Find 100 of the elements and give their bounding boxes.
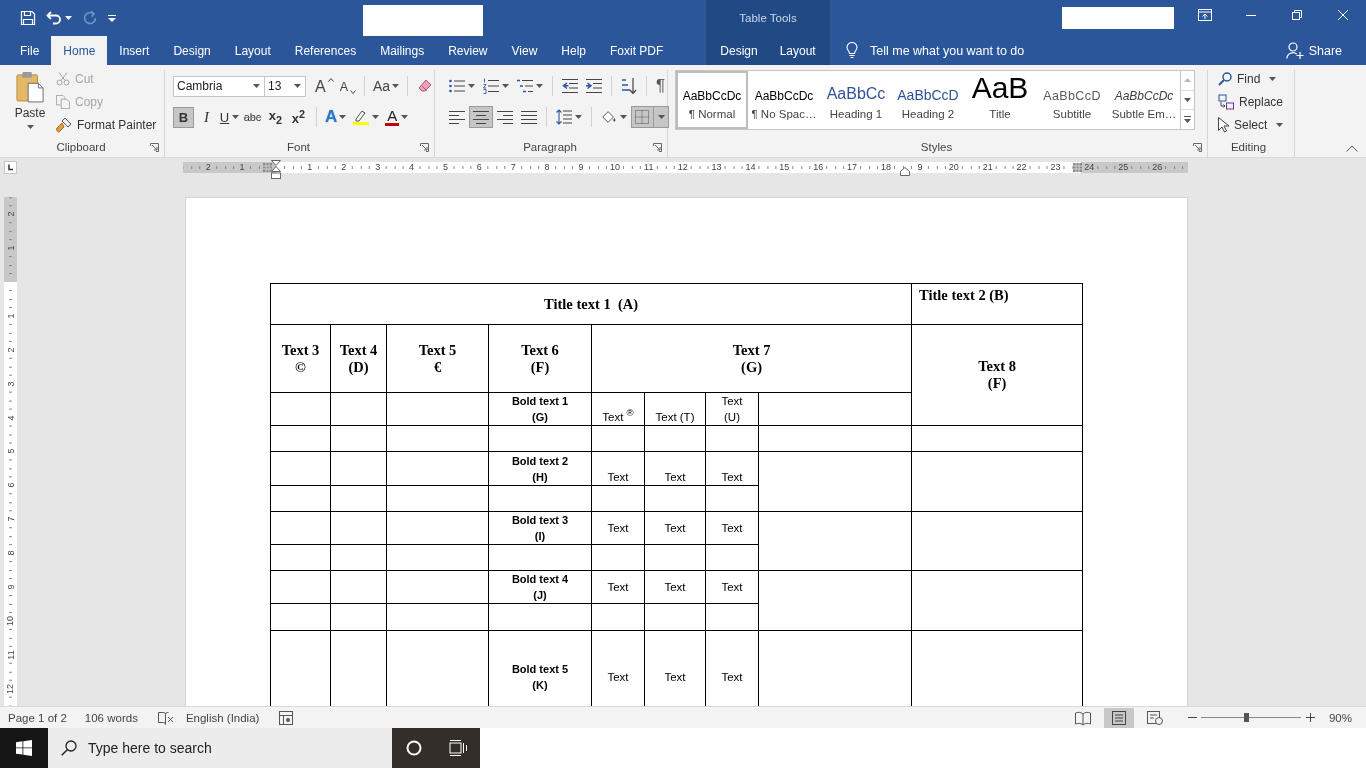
ribbon-tab[interactable]: Home (51, 36, 108, 65)
bold-button[interactable]: B (173, 106, 194, 128)
indent-marker-icon[interactable] (271, 159, 281, 179)
format-painter-button[interactable]: Format Painter (56, 113, 157, 136)
superscript-button[interactable]: x$^{2}$ (288, 106, 309, 128)
ribbon-tab[interactable]: Layout (768, 36, 827, 65)
ruler-number: 9 (5, 584, 16, 590)
ribbon-tab[interactable]: View (499, 36, 550, 65)
ruler-number: 15 (779, 162, 790, 172)
shrink-font-button[interactable]: A (336, 75, 359, 97)
ruler-number: 10 (609, 162, 620, 172)
caret-icon[interactable] (253, 84, 260, 88)
font-name-field[interactable]: Cambria (173, 75, 265, 97)
dialog-launcher-icon[interactable] (150, 142, 159, 152)
ruler-number: 4 (409, 162, 415, 172)
right-indent-marker-icon[interactable] (900, 166, 910, 176)
ruler-number: 6 (5, 482, 16, 488)
ribbon-tab[interactable]: Design (161, 36, 223, 65)
ribbon-tab[interactable]: Insert (107, 36, 162, 65)
page-indicator[interactable]: Page 1 of 2 (8, 711, 67, 724)
show-marks-button[interactable]: ¶ (652, 75, 670, 97)
grow-font-button[interactable]: A (312, 75, 337, 97)
table-cell: Text 5 € (386, 324, 489, 393)
ruler-number: 20 (948, 162, 959, 172)
decrease-indent-icon (562, 78, 578, 94)
zoom-level[interactable]: 90% (1328, 711, 1352, 724)
align-center-button[interactable] (469, 106, 493, 128)
text-effects-button[interactable]: A (322, 106, 350, 128)
find-button[interactable]: Find (1218, 67, 1294, 90)
table-cell: Text 6 (F) (488, 324, 592, 393)
close-icon (1338, 10, 1348, 20)
caret-icon[interactable] (294, 84, 301, 88)
dialog-launcher-icon[interactable] (1193, 142, 1202, 152)
ribbon-tab[interactable]: Layout (222, 36, 283, 65)
ruler-number: 5 (5, 448, 16, 454)
justify-icon (521, 110, 537, 124)
ruler-number: 11 (5, 650, 16, 660)
style-item[interactable]: AaBbCcDc ¶ No Spac… (748, 71, 820, 129)
replace-icon (1218, 93, 1234, 110)
collapse-ribbon-icon[interactable] (1346, 145, 1358, 152)
taskbar-search-field[interactable]: Type here to search (48, 728, 392, 768)
style-item[interactable]: AaBbCc Heading 1 (820, 71, 892, 129)
ribbon-tab[interactable]: Review (436, 36, 500, 65)
ribbon-tab[interactable]: Design (709, 36, 769, 65)
ruler-number: 9 (917, 162, 923, 172)
caret-icon (232, 115, 240, 119)
column-marker-icon[interactable] (1073, 162, 1082, 172)
dialog-launcher-icon[interactable] (653, 142, 662, 152)
print-layout-button[interactable] (1103, 707, 1134, 728)
zoom-in-icon[interactable] (1305, 713, 1315, 722)
replace-button[interactable]: Replace (1218, 90, 1294, 113)
style-item[interactable]: AaBbCcD Subtitle (1036, 71, 1108, 129)
caret-icon (372, 115, 380, 119)
ribbon-tab[interactable]: References (282, 36, 369, 65)
table-cell: Text (705, 570, 759, 604)
underline-button[interactable]: U (219, 106, 240, 128)
caret-icon (339, 115, 347, 119)
ruler-number: 25 (1118, 162, 1129, 172)
paste-button[interactable]: Paste (8, 70, 52, 137)
ruler-number: 2 (341, 162, 347, 172)
caret-icon (575, 115, 582, 119)
align-right-icon (497, 110, 513, 124)
tab-selector-icon[interactable] (4, 160, 17, 174)
table-cell: Text (591, 511, 645, 545)
font-size-field[interactable]: 13 (264, 75, 306, 97)
style-item[interactable]: AaB Title (964, 71, 1036, 129)
sort-icon (621, 78, 637, 94)
ribbon-tab[interactable]: File (8, 36, 52, 65)
tell-me-field[interactable]: Tell me what you want to do (870, 43, 1050, 58)
style-item[interactable]: AaBbCcDc Subtle Em… (1108, 71, 1180, 129)
macro-icon[interactable] (279, 710, 294, 725)
ruler-number: 3 (5, 381, 16, 387)
language-indicator[interactable]: English (India) (185, 711, 260, 724)
table-cell: Text (705, 451, 759, 486)
italic-button[interactable]: I (196, 106, 217, 128)
ruler-number: 16 (813, 162, 824, 172)
ruler-number: 24 (1084, 162, 1095, 172)
column-marker-icon[interactable] (263, 162, 272, 172)
word-count[interactable]: 106 words (84, 711, 138, 724)
font-color-button[interactable]: A (382, 106, 412, 128)
style-item[interactable]: AaBbCcD Heading 2 (892, 71, 964, 129)
change-case-button[interactable]: Aa (370, 75, 403, 97)
proofing-icon[interactable] (157, 710, 174, 725)
ribbon-tab[interactable]: Mailings (368, 36, 437, 65)
borders-icon (635, 110, 649, 124)
zoom-slider-thumb[interactable] (1243, 713, 1249, 722)
cursor-arrow-icon (1218, 116, 1229, 133)
ruler-number: 23 (1050, 162, 1061, 172)
page-icon (1111, 710, 1126, 725)
group-label: Clipboard (55, 141, 107, 153)
table-cell: Text (705, 511, 759, 545)
caret-up-icon (327, 78, 334, 82)
style-item[interactable]: AaBbCcDc ¶ Normal (676, 71, 748, 129)
ribbon-tab[interactable]: Foxit PDF (598, 36, 676, 65)
select-button[interactable]: Select (1218, 113, 1294, 136)
ruler-number: 12 (677, 162, 688, 172)
ribbon-tab[interactable]: Help (549, 36, 598, 65)
dialog-launcher-icon[interactable] (420, 142, 429, 152)
subscript-button[interactable]: x$_{2}$ (265, 106, 286, 128)
share-button[interactable]: Share (1285, 42, 1342, 59)
